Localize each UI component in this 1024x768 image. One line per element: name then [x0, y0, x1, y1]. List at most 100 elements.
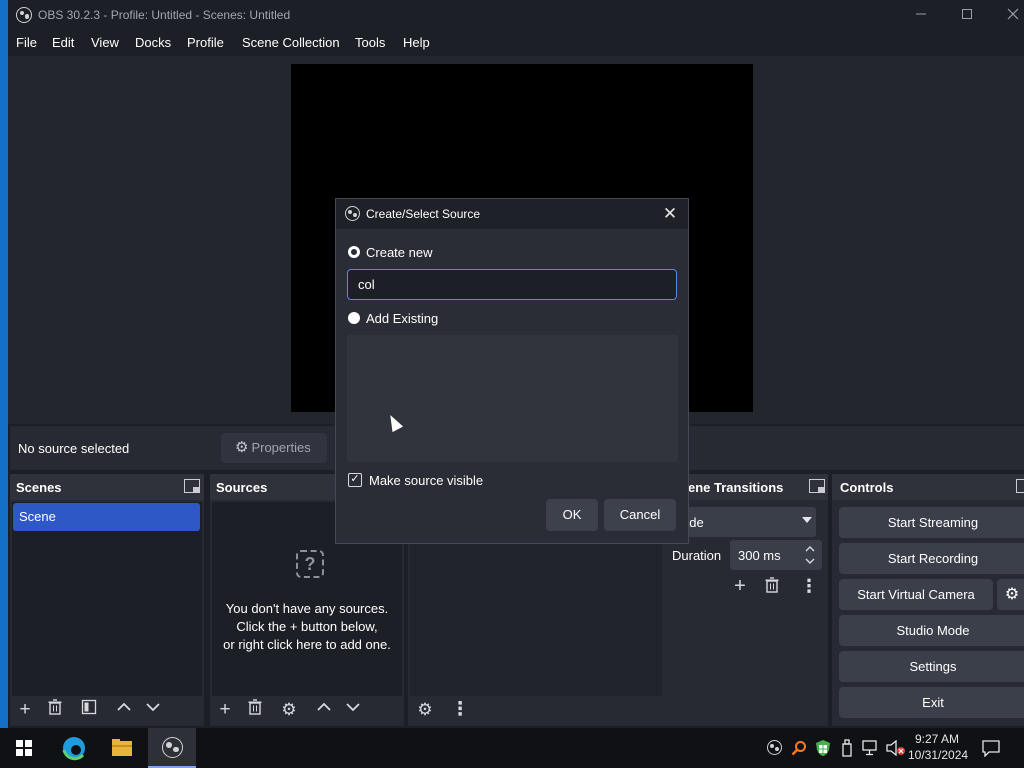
sources-dock-title: Sources [216, 480, 268, 495]
trash-icon[interactable] [243, 698, 267, 722]
close-icon[interactable]: ✕ [660, 204, 680, 224]
menu-bar: File Edit View Docks Profile Scene Colle… [8, 31, 1024, 55]
file-explorer-icon[interactable] [98, 728, 146, 768]
scenes-dock: Scenes Scene + [10, 474, 204, 726]
scenes-dock-header: Scenes [10, 474, 204, 500]
menu-scene-collection[interactable]: Scene Collection [242, 35, 340, 50]
desktop-background [0, 0, 8, 728]
menu-help[interactable]: Help [403, 35, 430, 50]
undock-icon[interactable] [1016, 479, 1024, 493]
empty-message-line-1: You don't have any sources. [225, 601, 389, 616]
menu-tools[interactable]: Tools [355, 35, 385, 50]
spin-up-icon[interactable] [804, 544, 816, 553]
obs-tray-icon[interactable] [767, 740, 782, 755]
title-bar: OBS 30.2.3 - Profile: Untitled - Scenes:… [8, 0, 1024, 30]
windows-start-icon[interactable] [0, 728, 48, 768]
studio-mode-button[interactable]: Studio Mode [839, 615, 1024, 646]
create-new-label[interactable]: Create new [366, 245, 432, 260]
usb-device-icon[interactable] [841, 739, 853, 757]
volume-muted-icon[interactable] [886, 740, 906, 756]
minimize-icon[interactable] [906, 4, 936, 26]
notification-center-icon[interactable] [982, 740, 1000, 757]
controls-dock: Controls Start Streaming Start Recording… [832, 474, 1024, 726]
obs-logo-icon [16, 7, 32, 23]
maximize-icon[interactable] [952, 4, 982, 26]
move-down-icon[interactable] [341, 698, 365, 722]
create-select-source-dialog: Create/Select Source ✕ Create new Add Ex… [335, 198, 689, 544]
scenes-dock-title: Scenes [16, 480, 62, 495]
edge-browser-icon[interactable] [50, 728, 98, 768]
undock-icon[interactable] [809, 479, 825, 493]
menu-profile[interactable]: Profile [187, 35, 224, 50]
move-down-icon[interactable] [141, 698, 165, 722]
scenes-list: Scene [12, 502, 202, 696]
spin-down-icon[interactable] [804, 557, 816, 566]
source-status-label: No source selected [18, 441, 130, 456]
add-scene-icon[interactable]: + [13, 698, 37, 722]
ok-button[interactable]: OK [546, 499, 598, 531]
settings-button[interactable]: Settings [839, 651, 1024, 682]
properties-button[interactable]: ⚙ Properties [221, 433, 327, 463]
transition-select[interactable]: ade [668, 507, 816, 537]
gear-icon: ⚙ [1004, 586, 1020, 603]
move-up-icon[interactable] [112, 698, 136, 722]
properties-label: Properties [251, 440, 311, 455]
system-tray: 9:27 AM 10/31/2024 [760, 728, 1024, 768]
more-options-icon[interactable]: ⋮ [448, 698, 472, 722]
trash-icon[interactable] [43, 698, 67, 722]
existing-sources-list[interactable] [347, 335, 678, 462]
obs-taskbar-icon[interactable] [148, 728, 196, 768]
make-visible-checkbox[interactable]: ✓ [348, 473, 362, 487]
scene-list-item[interactable]: Scene [13, 503, 200, 531]
search-tool-icon[interactable] [791, 740, 807, 756]
menu-edit[interactable]: Edit [52, 35, 74, 50]
dialog-title: Create/Select Source [366, 207, 481, 221]
add-transition-icon[interactable]: + [729, 574, 751, 598]
cancel-button[interactable]: Cancel [604, 499, 676, 531]
controls-dock-header: Controls [832, 474, 1024, 500]
add-existing-label[interactable]: Add Existing [366, 311, 438, 326]
source-name-input[interactable] [347, 269, 677, 300]
start-streaming-button[interactable]: Start Streaming [839, 507, 1024, 538]
create-new-radio[interactable] [348, 246, 360, 258]
duration-value: 300 ms [738, 548, 781, 563]
exit-button[interactable]: Exit [839, 687, 1024, 718]
clock-time: 9:27 AM [914, 732, 960, 746]
menu-file[interactable]: File [16, 35, 37, 50]
question-icon: ? [296, 550, 324, 578]
close-icon[interactable] [998, 4, 1024, 26]
obs-logo-icon [345, 206, 360, 221]
empty-message-line-2: Click the + button below, [236, 619, 378, 634]
obs-logo-icon [162, 737, 183, 758]
move-up-icon[interactable] [312, 698, 336, 722]
taskbar: 9:27 AM 10/31/2024 [0, 728, 1024, 768]
gear-icon[interactable]: ⚙ [277, 698, 301, 722]
advanced-audio-gear-icon[interactable]: ⚙ [413, 698, 437, 722]
gear-icon: ⚙ [235, 439, 249, 456]
start-recording-button[interactable]: Start Recording [839, 543, 1024, 574]
chevron-down-icon [802, 517, 812, 523]
start-virtual-camera-button[interactable]: Start Virtual Camera [839, 579, 993, 610]
menu-view[interactable]: View [91, 35, 119, 50]
security-shield-icon[interactable] [815, 739, 831, 757]
transitions-dock-title: ene Transitions [688, 480, 784, 495]
undock-icon[interactable] [184, 479, 200, 493]
sources-empty-message: You don't have any sources. Click the + … [212, 600, 402, 654]
network-icon[interactable] [862, 740, 880, 756]
virtual-camera-settings-button[interactable]: ⚙ [997, 579, 1024, 610]
duration-spinbox[interactable]: 300 ms [730, 540, 822, 570]
trash-icon[interactable] [764, 577, 780, 596]
controls-dock-title: Controls [840, 480, 894, 495]
window-title: OBS 30.2.3 - Profile: Untitled - Scenes:… [38, 8, 291, 22]
make-visible-label[interactable]: Make source visible [369, 473, 483, 488]
more-options-icon[interactable]: ⋮ [800, 574, 818, 598]
add-source-icon[interactable]: + [213, 698, 237, 722]
filters-icon[interactable] [77, 698, 101, 722]
duration-label: Duration [672, 548, 722, 563]
empty-message-line-3: or right click here to add one. [223, 637, 391, 652]
clock-date: 10/31/2024 [908, 748, 969, 762]
dialog-title-bar: Create/Select Source ✕ [336, 199, 688, 229]
add-existing-radio[interactable] [348, 312, 360, 324]
clock[interactable]: 9:27 AM 10/31/2024 [908, 731, 969, 763]
menu-docks[interactable]: Docks [135, 35, 171, 50]
